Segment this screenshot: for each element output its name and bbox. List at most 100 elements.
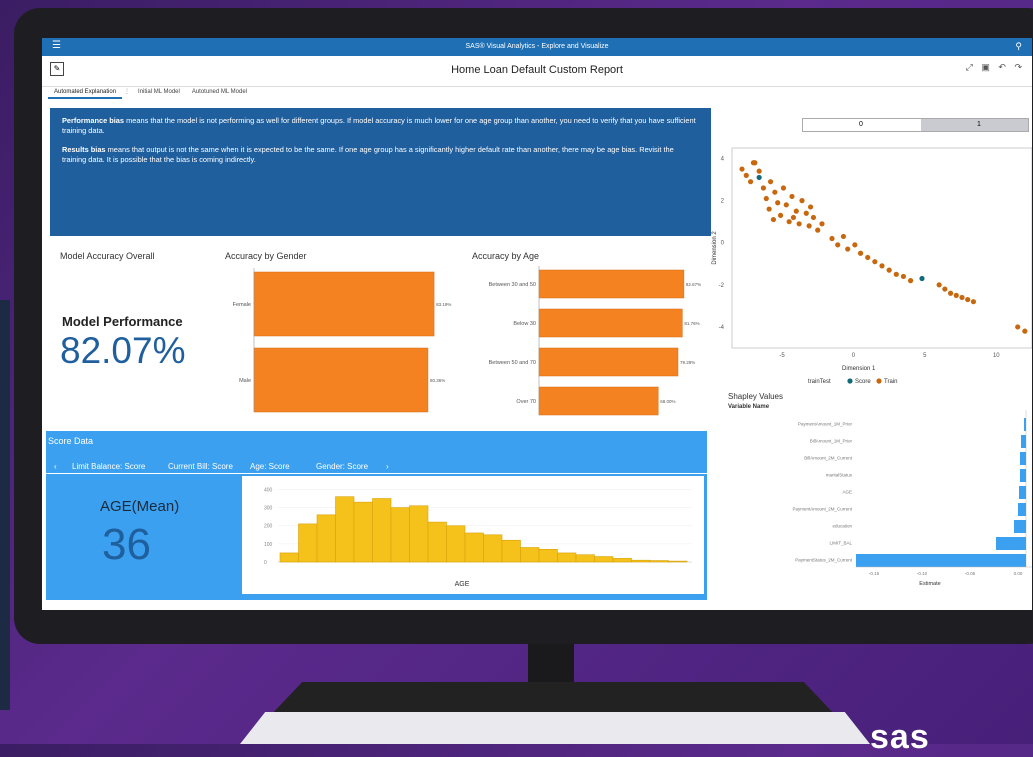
hist-bar (575, 554, 595, 563)
shapley-bar (1020, 452, 1026, 465)
scatter-y-tick: 2 (721, 199, 725, 205)
scatter-point-train (763, 195, 769, 202)
hist-bar (353, 501, 373, 563)
shapley-bar (1021, 435, 1026, 448)
scatter-point-train (796, 221, 802, 227)
search-icon[interactable]: ⚲ (1015, 41, 1022, 52)
score-tabs-prev-icon[interactable]: ‹ (54, 462, 57, 471)
scatter-point-train (789, 193, 795, 200)
shapley-bar (1019, 486, 1026, 499)
scatter-point-train (790, 214, 797, 221)
toggle-option-1[interactable]: 1 (921, 119, 1028, 131)
results-bias-term: Results bias (62, 145, 106, 154)
app-screen: ☰ SAS® Visual Analytics - Explore and Vi… (42, 38, 1032, 610)
scatter-point-train (810, 214, 817, 221)
shapley-variable-label: PaymentAmount_1M_Prior (798, 422, 853, 427)
scatter-point-score (756, 174, 762, 181)
hist-bar (501, 539, 521, 563)
hist-y-tick: 0 (264, 560, 267, 566)
scatter-point-train (777, 212, 784, 218)
shapley-x-tick: -0.15 (869, 571, 880, 576)
scatter-point-train (767, 179, 774, 185)
maximize-icon[interactable]: ⤢ (966, 62, 973, 72)
scatter-x-label: Dimension 1 (842, 366, 876, 372)
tab-initial-ml-model[interactable]: Initial ML Model (132, 87, 186, 97)
shapley-variable-label: BillAmount_1M_Prior (810, 439, 853, 444)
shapley-bar (1020, 469, 1026, 482)
scatter-frame (731, 147, 1032, 349)
toggle-option-0[interactable]: 0 (803, 119, 921, 131)
scatter-point-train (947, 290, 954, 296)
scatter-point-score (919, 275, 925, 282)
hist-bar (427, 521, 447, 563)
scatter-point-train (852, 242, 858, 248)
score-data-header: Score Data (46, 431, 707, 449)
hist-bar (612, 558, 632, 563)
hist-bar (464, 532, 484, 563)
monitor-stand-highlight (240, 712, 870, 744)
age-bar (538, 269, 685, 299)
undo-icon[interactable]: ↶ (998, 62, 1006, 72)
redo-icon[interactable]: ↷ (1014, 62, 1022, 72)
save-icon[interactable]: ▣ (981, 62, 990, 72)
scatter-point-train (760, 185, 767, 191)
scatter-y-tick: -4 (719, 325, 725, 331)
scatter-point-train (1022, 328, 1028, 334)
scatter-point-train (803, 210, 809, 216)
scatter-point-train (893, 271, 899, 277)
score-tabs-next-icon[interactable]: › (386, 462, 389, 471)
scatter-point-train (970, 299, 977, 305)
scatter-point-train (752, 160, 758, 166)
age-bar (538, 386, 659, 416)
score-data-title: Score Data (48, 436, 94, 446)
tab-autotuned-ml-model[interactable]: Autotuned ML Model (186, 87, 253, 97)
shapley-variable-label: BillAmount_2M_Current (804, 456, 853, 461)
shapley-bar (996, 537, 1026, 550)
age-bar-chart: Between 30 and 50 82.67% Below 30 81.76% Bet… (489, 266, 701, 416)
legend-score-label: Score (855, 379, 871, 384)
scatter-y-tick: -2 (719, 283, 725, 289)
shapley-title: Shapley Values (728, 392, 783, 401)
shapley-bar (1024, 418, 1026, 431)
scatter-point-train (942, 286, 948, 292)
shapley-variable-label: PaymentAmount_2M_Current (792, 507, 852, 512)
hist-bar (594, 556, 614, 563)
tab-automated-explanation[interactable]: Automated Explanation (48, 87, 123, 99)
shapley-variable-label: maritalStatus (826, 473, 853, 478)
legend-train-label: Train (884, 379, 897, 384)
tab-more-icon[interactable]: ⋮ (122, 86, 132, 97)
scatter-point-train (739, 166, 745, 172)
age-mean-label: AGE(Mean) (100, 498, 180, 515)
tab-gender[interactable]: Gender: Score (316, 462, 368, 471)
scatter-point-train (780, 185, 787, 191)
gender-chart-title: Accuracy by Gender (225, 251, 307, 261)
performance-bias-text: Performance bias means that the model is… (62, 116, 699, 136)
shapley-variable-label: AGE (842, 490, 852, 495)
report-title: Home Loan Default Custom Report (451, 64, 623, 76)
performance-bias-term: Performance bias (62, 116, 125, 125)
background-panel (0, 300, 10, 710)
scatter-point-train (807, 204, 814, 210)
shapley-bar (1018, 503, 1026, 516)
hist-y-tick: 100 (264, 542, 273, 548)
shapley-bar-chart: PaymentAmount_1M_Prior BillAmount_1M_Prio… (792, 410, 1032, 587)
hist-bar (631, 559, 651, 563)
tab-current-bill[interactable]: Current Bill: Score (168, 462, 233, 471)
legend-title: trainTest (808, 379, 831, 384)
scatter-toggle[interactable]: 0 1 (802, 118, 1029, 132)
scatter-point-train (1015, 324, 1021, 330)
scatter-point-train (835, 242, 841, 248)
scatter-point-train (936, 282, 942, 288)
shapley-variable-label: PaymentStatus_2M_Current (795, 558, 853, 563)
scatter-point-train (840, 233, 847, 240)
tab-limit-balance[interactable]: Limit Balance: Score (72, 462, 145, 471)
shapley-variable-label: education (832, 524, 852, 529)
hist-bar (409, 505, 429, 563)
scatter-point-train (786, 219, 792, 225)
scatter-point-train (772, 189, 778, 195)
toggle-label-0: 0 (859, 121, 863, 128)
scatter-point-train (879, 263, 885, 269)
gender-category-label: Male (239, 378, 251, 384)
app-bar: ☰ SAS® Visual Analytics - Explore and Vi… (42, 38, 1032, 56)
scatter-point-train (900, 273, 907, 280)
